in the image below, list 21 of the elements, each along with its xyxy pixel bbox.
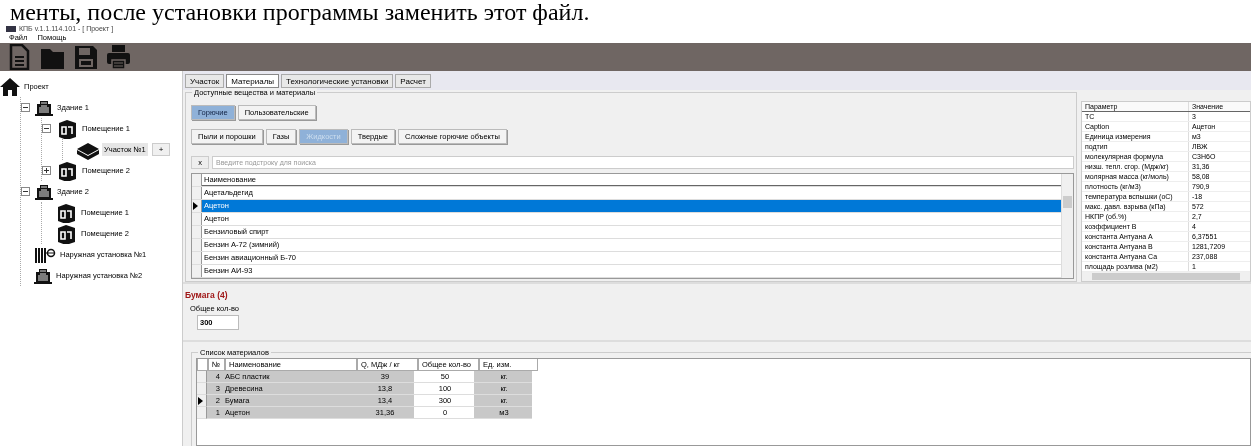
document-text: менты, после установки программы заменить этот файл. [9, 0, 590, 24]
collapse-toggle[interactable] [21, 103, 30, 112]
room-icon [55, 223, 77, 244]
material-title: Бумага (4) [185, 290, 229, 300]
scrollbar[interactable] [1061, 174, 1073, 278]
collapse-toggle[interactable] [21, 187, 30, 196]
collapse-toggle[interactable] [42, 124, 51, 133]
add-button[interactable]: + [151, 143, 171, 156]
expand-toggle[interactable] [42, 166, 51, 175]
tab[interactable]: Участок [185, 74, 225, 88]
tab[interactable]: Материалы [226, 74, 280, 88]
house-icon [0, 76, 20, 97]
room-icon [55, 202, 77, 223]
scrollbar[interactable] [1082, 272, 1250, 281]
printer-button[interactable] [106, 44, 132, 70]
tab[interactable]: Технологические установки [281, 74, 394, 88]
tab[interactable]: Расчет [395, 74, 431, 88]
app-icon [6, 25, 16, 32]
room-icon [56, 160, 78, 181]
room-icon [56, 118, 78, 139]
floppy-disk-button[interactable] [73, 44, 99, 70]
